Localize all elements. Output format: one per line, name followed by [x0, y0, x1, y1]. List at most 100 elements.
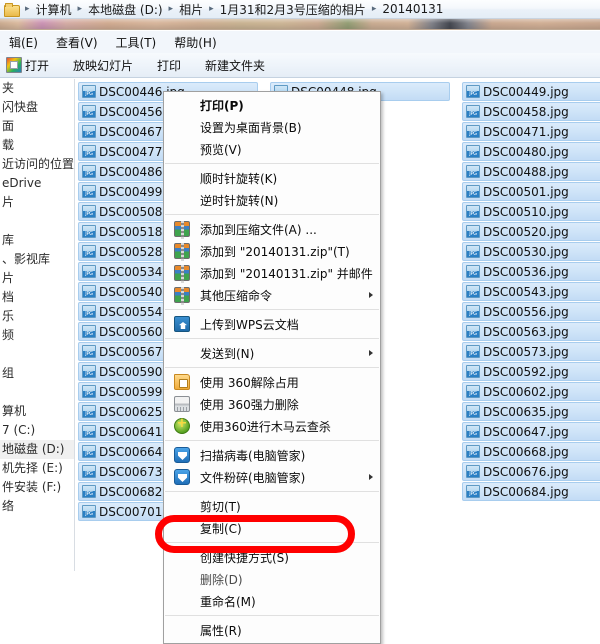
context-menu[interactable]: 打印(P) 设置为桌面背景(B) 预览(V) 顺时针旋转(K) 逆时针旋转(N) 添加到压… — [163, 91, 381, 644]
context-menu-item[interactable]: 添加到压缩文件(A) ... — [164, 218, 380, 240]
context-menu-item[interactable]: 使用360进行木马云查杀 — [164, 415, 380, 437]
file-list-item[interactable]: DSC00635.jpg — [462, 402, 600, 421]
folder-icon — [4, 2, 20, 17]
context-menu-item-label: 删除(D) — [200, 572, 243, 587]
context-menu-item[interactable]: 文件粉碎(电脑管家) — [164, 466, 380, 488]
sidebar-item[interactable]: 夹 — [0, 79, 74, 98]
breadcrumb-item-photos[interactable]: 相片 — [177, 1, 205, 18]
navigation-sidebar[interactable]: 夹闪快盘面载近访问的位置 eDrive 片库、影视库片档乐频组算机 7 (C:) 地磁盘… — [0, 79, 75, 571]
jpg-file-icon — [82, 325, 96, 338]
context-menu-item[interactable]: 剪切(T) — [164, 495, 380, 517]
breadcrumb-item-20140131[interactable]: 20140131 — [380, 2, 445, 16]
context-menu-item[interactable]: 顺时针旋转(K) — [164, 167, 380, 189]
sidebar-item[interactable]: 、影视库 — [0, 250, 74, 269]
sidebar-item[interactable]: 络 — [0, 497, 74, 516]
file-name-label: DSC00501.jpg — [483, 184, 569, 199]
context-menu-item[interactable]: 扫描病毒(电脑管家) — [164, 444, 380, 466]
menu-view[interactable]: 查看(V) — [47, 32, 107, 53]
breadcrumb-item-computer[interactable]: 计算机 — [34, 1, 74, 18]
file-list-item[interactable]: DSC00520.jpg — [462, 222, 600, 241]
context-menu-item[interactable]: 添加到 "20140131.zip" 并邮件 — [164, 262, 380, 284]
file-list-item[interactable]: DSC00536.jpg — [462, 262, 600, 281]
file-list-item[interactable]: DSC00501.jpg — [462, 182, 600, 201]
sidebar-item[interactable] — [0, 212, 74, 231]
sidebar-item[interactable]: 频 — [0, 326, 74, 345]
sidebar-item[interactable]: 7 (C:) — [0, 421, 74, 440]
toolbar-print-button[interactable]: 打印 — [143, 55, 191, 76]
context-menu-item[interactable]: 添加到 "20140131.zip"(T) — [164, 240, 380, 262]
jpg-file-icon — [466, 365, 480, 378]
context-menu-item[interactable]: 删除(D) — [164, 568, 380, 590]
sidebar-item[interactable]: eDrive — [0, 174, 74, 193]
context-menu-item[interactable]: 设置为桌面背景(B) — [164, 116, 380, 138]
file-list-item[interactable]: DSC00684.jpg — [462, 482, 600, 501]
sidebar-item[interactable]: 片 — [0, 269, 74, 288]
sidebar-item[interactable]: 地磁盘 (D:) — [0, 440, 74, 459]
context-menu-item[interactable]: 重命名(M) — [164, 590, 380, 612]
file-list-item[interactable]: DSC00488.jpg — [462, 162, 600, 181]
sidebar-item[interactable]: 近访问的位置 — [0, 155, 74, 174]
context-menu-item[interactable]: 属性(R) — [164, 619, 380, 641]
context-menu-item[interactable]: 创建快捷方式(S) — [164, 546, 380, 568]
jpg-file-icon — [466, 425, 480, 438]
menu-separator — [165, 309, 379, 310]
menu-separator — [165, 163, 379, 164]
file-list-item[interactable]: DSC00647.jpg — [462, 422, 600, 441]
toolbar-open-button[interactable]: 打开 — [25, 55, 59, 76]
context-menu-item[interactable]: 使用 360解除占用 — [164, 371, 380, 393]
context-menu-item[interactable]: 预览(V) — [164, 138, 380, 160]
sidebar-item[interactable]: 闪快盘 — [0, 98, 74, 117]
breadcrumb-item-compressed-photos[interactable]: 1月31和2月3号压缩的相片 — [218, 1, 368, 18]
sidebar-item[interactable]: 库 — [0, 231, 74, 250]
file-list-item[interactable]: DSC00471.jpg — [462, 122, 600, 141]
sidebar-item[interactable]: 算机 — [0, 402, 74, 421]
context-menu-item[interactable]: 上传到WPS云文档 — [164, 313, 380, 335]
file-list-item[interactable]: DSC00556.jpg — [462, 302, 600, 321]
address-bar[interactable]: ▸ 计算机 ▸ 本地磁盘 (D:) ▸ 相片 ▸ 1月31和2月3号压缩的相片 … — [0, 0, 600, 19]
toolbar-slideshow-button[interactable]: 放映幻灯片 — [59, 55, 143, 76]
sidebar-item[interactable]: 载 — [0, 136, 74, 155]
file-list-item[interactable]: DSC00668.jpg — [462, 442, 600, 461]
file-list-item[interactable]: DSC00573.jpg — [462, 342, 600, 361]
jpg-file-icon — [466, 385, 480, 398]
menu-edit[interactable]: 辑(E) — [0, 32, 47, 53]
menu-tools[interactable]: 工具(T) — [107, 32, 166, 53]
file-list-item[interactable]: DSC00602.jpg — [462, 382, 600, 401]
sidebar-item[interactable]: 片 — [0, 193, 74, 212]
file-list-item[interactable]: DSC00458.jpg — [462, 102, 600, 121]
breadcrumb-separator: ▸ — [168, 4, 174, 14]
context-menu-item[interactable]: 发送到(N) — [164, 342, 380, 364]
sidebar-item[interactable]: 面 — [0, 117, 74, 136]
toolbar: 打开 放映幻灯片 打印 新建文件夹 — [0, 53, 600, 78]
breadcrumb-item-local-disk[interactable]: 本地磁盘 (D:) — [86, 1, 164, 18]
menu-separator — [165, 214, 379, 215]
sidebar-item[interactable] — [0, 383, 74, 402]
context-menu-item[interactable]: 使用 360强力删除 — [164, 393, 380, 415]
file-list-item[interactable]: DSC00543.jpg — [462, 282, 600, 301]
sidebar-item[interactable] — [0, 345, 74, 364]
sidebar-item[interactable]: 乐 — [0, 307, 74, 326]
toolbar-new-folder-button[interactable]: 新建文件夹 — [191, 55, 275, 76]
360-unlock-folder-icon — [174, 374, 190, 390]
context-menu-item-label: 顺时针旋转(K) — [200, 171, 278, 186]
file-list-item[interactable]: DSC00530.jpg — [462, 242, 600, 261]
context-menu-item[interactable]: 复制(C) — [164, 517, 380, 539]
context-menu-item[interactable]: 逆时针旋转(N) — [164, 189, 380, 211]
file-list-item[interactable]: DSC00676.jpg — [462, 462, 600, 481]
sidebar-item[interactable]: 组 — [0, 364, 74, 383]
sidebar-item[interactable]: 件安装 (F:) — [0, 478, 74, 497]
file-list-item[interactable]: DSC00592.jpg — [462, 362, 600, 381]
360-shredder-icon — [174, 396, 190, 412]
file-list-item[interactable]: DSC00449.jpg — [462, 82, 600, 101]
sidebar-item[interactable]: 机先择 (E:) — [0, 459, 74, 478]
sidebar-item[interactable]: 档 — [0, 288, 74, 307]
file-list-item[interactable]: DSC00480.jpg — [462, 142, 600, 161]
submenu-arrow-icon — [369, 474, 373, 480]
context-menu-item[interactable]: 其他压缩命令 — [164, 284, 380, 306]
file-list-item[interactable]: DSC00563.jpg — [462, 322, 600, 341]
file-name-label: DSC00510.jpg — [483, 204, 569, 219]
context-menu-item[interactable]: 打印(P) — [164, 94, 380, 116]
menu-separator — [165, 491, 379, 492]
file-list-item[interactable]: DSC00510.jpg — [462, 202, 600, 221]
menu-help[interactable]: 帮助(H) — [165, 32, 225, 53]
